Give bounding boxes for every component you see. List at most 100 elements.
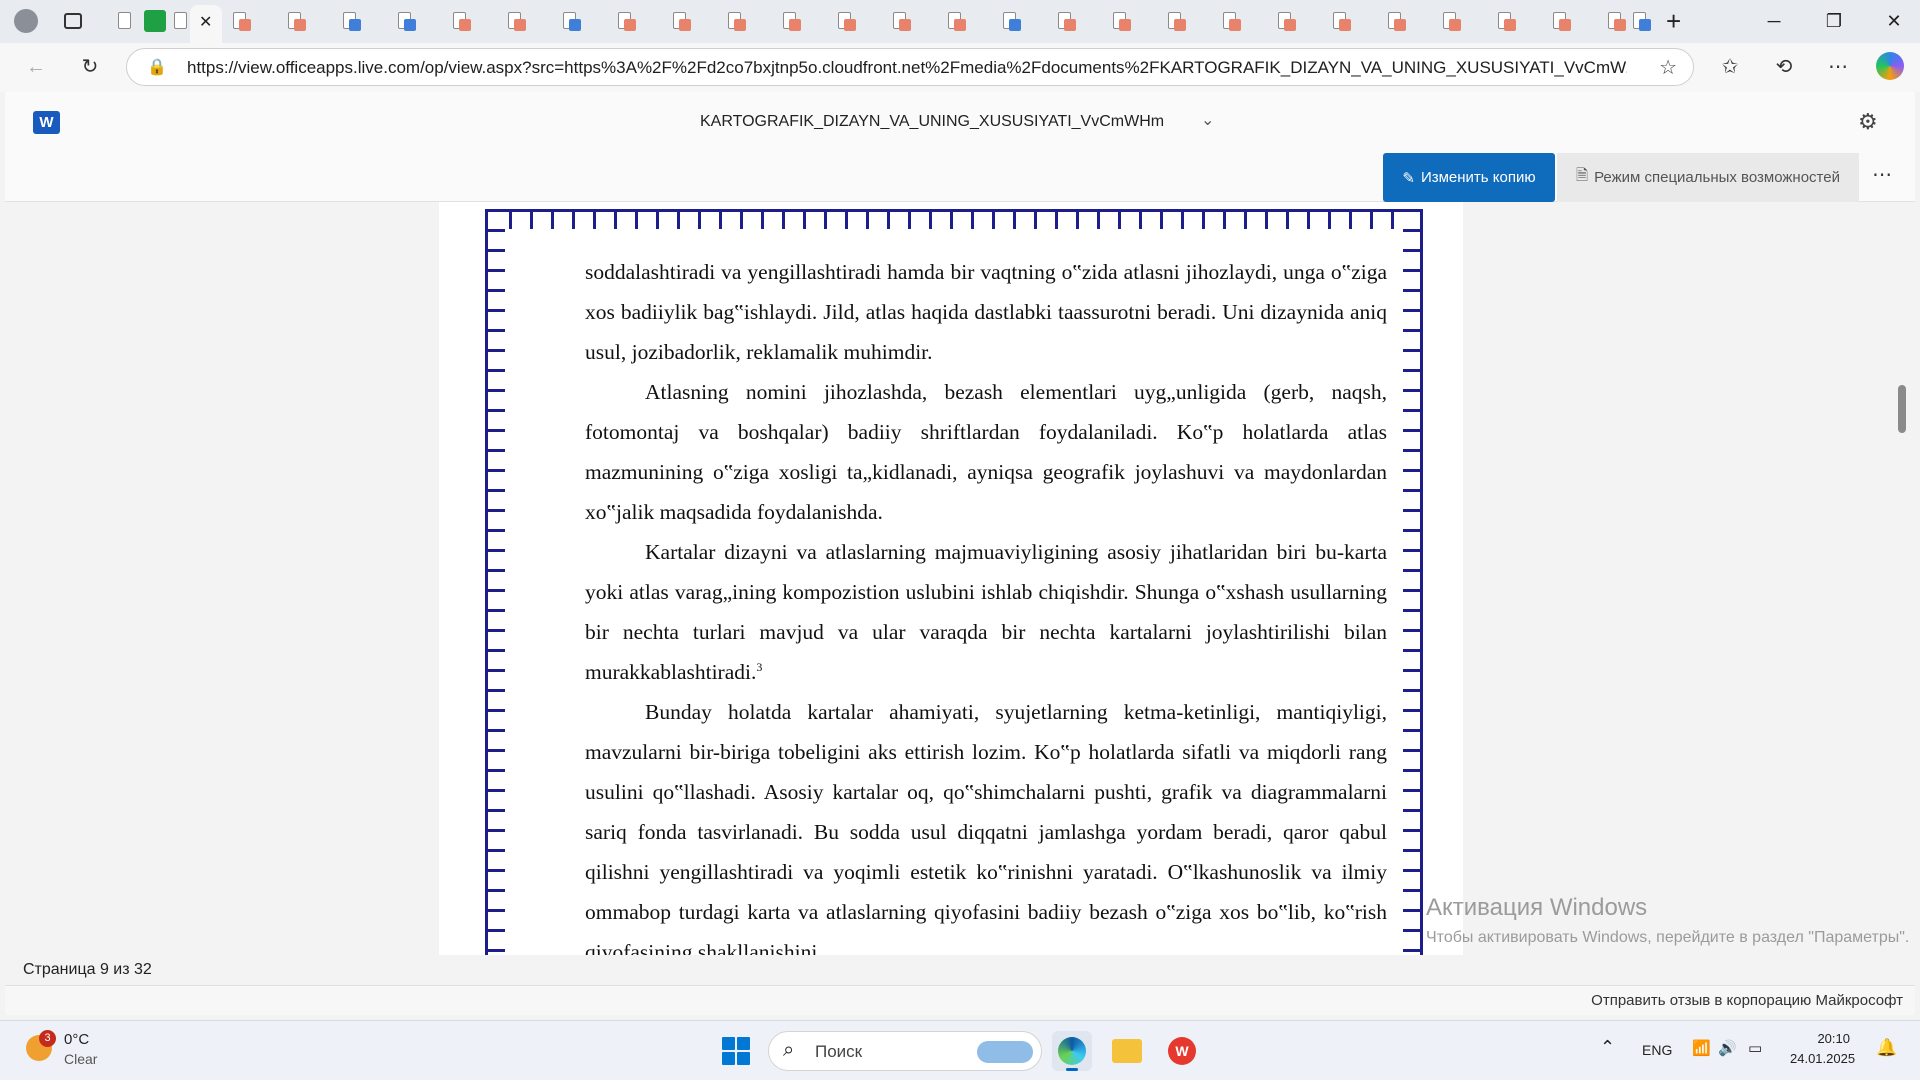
tab-ppt-1[interactable] <box>229 10 251 32</box>
feedback-bar: Отправить отзыв в корпорацию Майкрософт <box>5 985 1915 1015</box>
edge-icon <box>1058 1037 1086 1065</box>
tab-ppt-10[interactable] <box>889 10 911 32</box>
settings-gear-icon[interactable]: ⚙ <box>1858 109 1878 135</box>
tab-green[interactable] <box>144 10 166 32</box>
search-icon: ⌕ <box>783 1039 795 1061</box>
decorative-border-right <box>1403 209 1423 955</box>
status-bar: Страница 9 из 32 <box>5 955 1915 985</box>
weather-temperature: 0°C <box>64 1031 90 1048</box>
refresh-icon[interactable]: ↻ <box>74 51 106 83</box>
more-options-icon[interactable]: ⋯ <box>1872 162 1892 187</box>
tab-search[interactable] <box>114 10 136 32</box>
taskbar: 3 0°C Clear ⌕ Поиск W ⌃ ENG 📶 🔊 ▭ 20:10 … <box>0 1020 1920 1080</box>
tab-word-5[interactable] <box>1629 10 1651 32</box>
start-button[interactable] <box>722 1037 750 1065</box>
history-icon[interactable]: ⟲ <box>1768 51 1800 83</box>
accessibility-icon: 🗎 <box>1576 167 1589 184</box>
tab-ppt-18[interactable] <box>1384 10 1406 32</box>
tab-ppt-5[interactable] <box>614 10 636 32</box>
file-explorer-taskbar-icon[interactable] <box>1107 1031 1147 1071</box>
decorative-border-top <box>485 209 1423 229</box>
taskbar-search[interactable]: ⌕ Поиск <box>768 1031 1042 1071</box>
tab-word-3[interactable] <box>559 10 581 32</box>
minimize-button[interactable]: ─ <box>1746 0 1802 43</box>
wps-taskbar-icon[interactable]: W <box>1162 1031 1202 1071</box>
pencil-icon: ✎ <box>1402 169 1415 187</box>
tab-ppt-12[interactable] <box>1054 10 1076 32</box>
document-viewer[interactable]: soddalashtiradi va yengillashtiradi hamd… <box>5 202 1915 955</box>
tab-actions-icon[interactable] <box>64 13 82 29</box>
word-logo-icon: W <box>33 111 60 134</box>
activation-title: Активация Windows <box>1426 894 1648 921</box>
favorite-star-icon[interactable]: ☆ <box>1659 55 1677 80</box>
favorites-icon[interactable]: ✩ <box>1714 51 1746 83</box>
search-placeholder: Поиск <box>815 1042 863 1061</box>
tab-ppt-22[interactable] <box>1604 10 1626 32</box>
tab-ppt-4[interactable] <box>504 10 526 32</box>
chevron-up-icon[interactable]: ⌃ <box>1600 1037 1615 1058</box>
tab-ppt-7[interactable] <box>724 10 746 32</box>
tab-ppt-17[interactable] <box>1329 10 1351 32</box>
tab-ppt-3[interactable] <box>449 10 471 32</box>
tab-ppt-11[interactable] <box>944 10 966 32</box>
language-indicator[interactable]: ENG <box>1642 1042 1672 1058</box>
tab-ppt-20[interactable] <box>1494 10 1516 32</box>
windows-activation-watermark: Активация Windows Чтобы активировать Win… <box>1426 894 1909 950</box>
windows-logo-icon <box>722 1037 735 1050</box>
office-header: W KARTOGRAFIK_DIZAYN_VA_UNING_XUSUSIYATI… <box>5 92 1915 202</box>
search-highlight-image <box>977 1041 1033 1063</box>
page-indicator: Страница 9 из 32 <box>23 961 152 978</box>
tab-ppt-2[interactable] <box>284 10 306 32</box>
decorative-border-left <box>485 209 505 955</box>
paragraph: Bunday holatda kartalar ahamiyati, syuje… <box>585 700 1387 955</box>
tab-ppt-14[interactable] <box>1164 10 1186 32</box>
restore-button[interactable]: ❐ <box>1806 0 1862 43</box>
footnote-ref[interactable]: 3 <box>756 660 762 674</box>
tab-ppt-13[interactable] <box>1109 10 1131 32</box>
menu-dots-icon[interactable]: ⋯ <box>1822 51 1854 83</box>
clock-date[interactable]: 24.01.2025 <box>1790 1051 1855 1066</box>
tab-word-1[interactable] <box>339 10 361 32</box>
volume-icon[interactable]: 🔊 <box>1718 1039 1737 1057</box>
scrollbar-thumb[interactable] <box>1898 385 1906 433</box>
tab-word-4[interactable] <box>999 10 1021 32</box>
weather-condition: Clear <box>64 1051 98 1067</box>
tab-ppt-8[interactable] <box>779 10 801 32</box>
tab-ppt-19[interactable] <box>1439 10 1461 32</box>
profile-icon[interactable] <box>14 9 38 33</box>
wps-icon: W <box>1168 1037 1196 1065</box>
tab-word-2[interactable] <box>394 10 416 32</box>
folder-icon <box>1112 1039 1142 1063</box>
back-icon[interactable]: ← <box>20 51 52 83</box>
tab-ppt-16[interactable] <box>1274 10 1296 32</box>
wifi-icon[interactable]: 📶 <box>1692 1039 1711 1057</box>
notification-bell-icon[interactable]: 🔔 <box>1876 1038 1897 1058</box>
document-page: soddalashtiradi va yengillashtiradi hamd… <box>439 202 1463 955</box>
chevron-down-icon[interactable]: ⌄ <box>1201 110 1214 130</box>
window-close-button[interactable]: ✕ <box>1866 0 1920 43</box>
url-text: https://view.officeapps.live.com/op/view… <box>187 58 1627 77</box>
feedback-link[interactable]: Отправить отзыв в корпорацию Майкрософт <box>1591 992 1903 1009</box>
battery-icon[interactable]: ▭ <box>1748 1039 1762 1057</box>
document-title[interactable]: KARTOGRAFIK_DIZAYN_VA_UNING_XUSUSIYATI_V… <box>700 113 1164 131</box>
tab-ppt-6[interactable] <box>669 10 691 32</box>
lock-icon: 🔒 <box>147 59 167 76</box>
accessibility-mode-button[interactable]: 🗎 Режим специальных возможностей <box>1557 153 1859 202</box>
edge-taskbar-icon[interactable] <box>1052 1031 1092 1071</box>
edit-copy-button[interactable]: ✎ Изменить копию <box>1383 153 1555 202</box>
tab-ppt-15[interactable] <box>1219 10 1241 32</box>
activation-subtitle: Чтобы активировать Windows, перейдите в … <box>1426 929 1910 946</box>
document-body: soddalashtiradi va yengillashtiradi hamd… <box>585 252 1387 955</box>
clock-time[interactable]: 20:10 <box>1792 1031 1850 1046</box>
address-bar[interactable]: 🔒 https://view.officeapps.live.com/op/vi… <box>126 48 1694 86</box>
new-tab-button[interactable]: + <box>1666 6 1681 37</box>
paragraph: soddalashtiradi va yengillashtiradi hamd… <box>585 260 1387 364</box>
tab-doc[interactable] <box>170 10 192 32</box>
browser-tab-strip: ✕ + ─ ❐ ✕ <box>0 0 1920 43</box>
tab-active[interactable]: ✕ <box>190 5 222 43</box>
close-icon[interactable]: ✕ <box>199 12 212 32</box>
copilot-icon[interactable] <box>1876 52 1904 80</box>
tab-ppt-21[interactable] <box>1549 10 1571 32</box>
edit-copy-label: Изменить копию <box>1420 169 1536 186</box>
tab-ppt-9[interactable] <box>834 10 856 32</box>
